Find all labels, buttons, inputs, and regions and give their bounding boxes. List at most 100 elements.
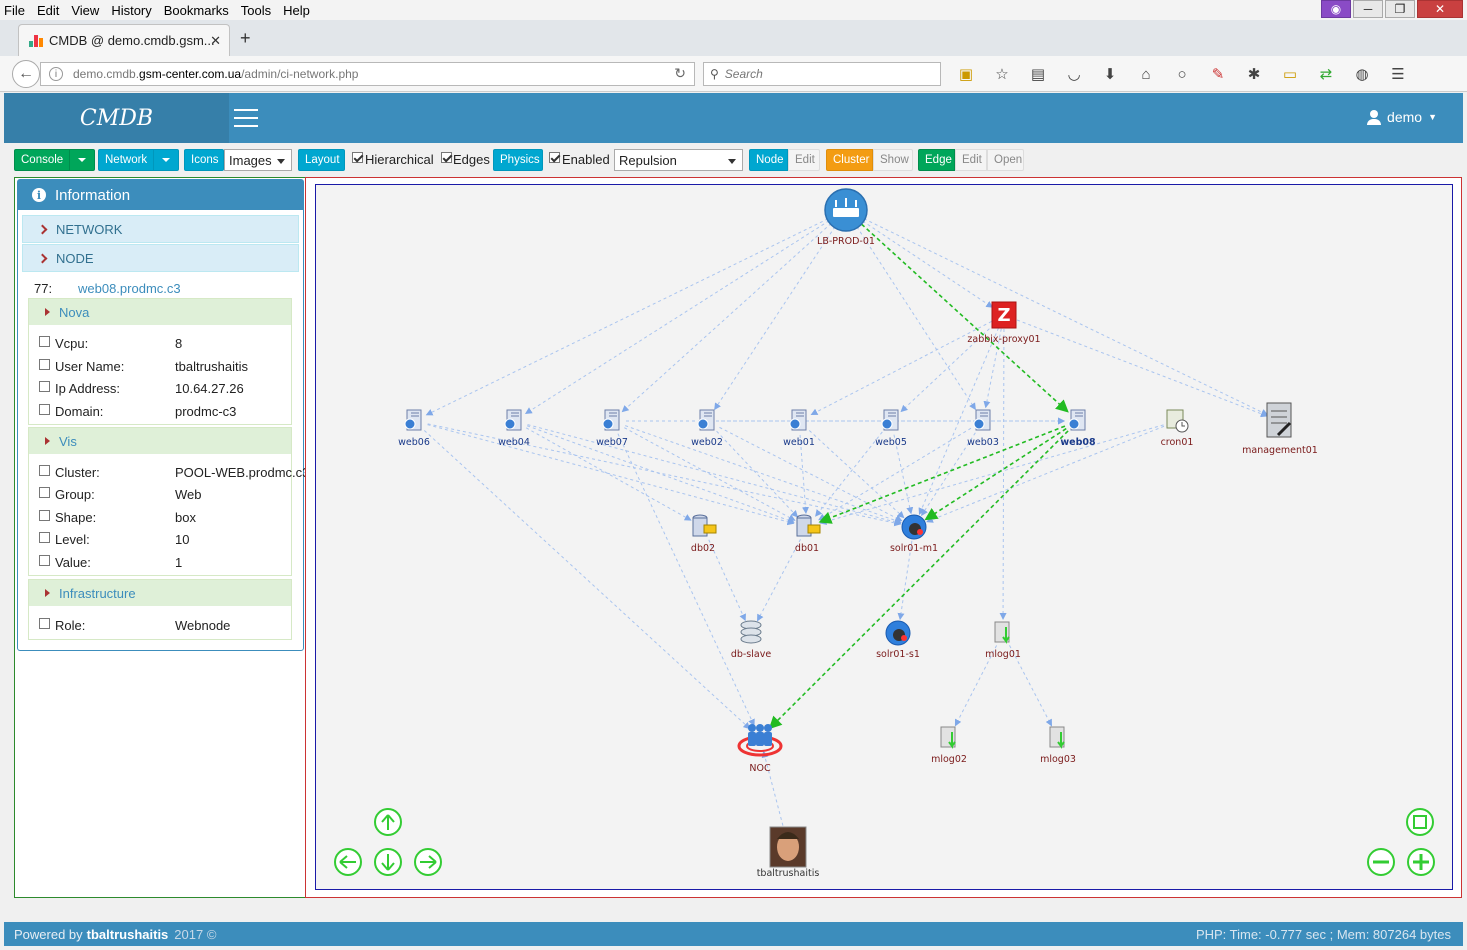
graph-node-web07[interactable]: web07 [596, 409, 628, 448]
menu-history[interactable]: History [111, 3, 151, 18]
hamburger-menu-icon[interactable]: ☰ [1387, 64, 1409, 84]
edge-lb-web03[interactable] [853, 221, 976, 411]
edge-web07-noc[interactable] [617, 433, 755, 727]
hierarchical-checkbox[interactable] [352, 152, 363, 163]
menu-file[interactable]: File [4, 3, 25, 18]
row-checkbox[interactable] [39, 336, 50, 347]
row-checkbox[interactable] [39, 555, 50, 566]
graph-node-solrs[interactable]: solr01-s1 [876, 620, 920, 660]
graph-node-cron01[interactable]: cron01 [1161, 409, 1194, 448]
globe-icon[interactable]: ◍ [1351, 64, 1373, 84]
menu-view[interactable]: View [71, 3, 99, 18]
graph-node-web04[interactable]: web04 [498, 409, 530, 448]
edges-checkbox[interactable] [441, 152, 452, 163]
new-tab-button[interactable]: + [240, 28, 251, 49]
sync-arrows-icon[interactable]: ⇄ [1315, 64, 1337, 84]
physics-solver-select[interactable]: Repulsion [614, 149, 743, 171]
search-input[interactable]: ⚲ Search [703, 62, 941, 86]
tab-cmdb[interactable]: CMDB @ demo.cmdb.gsm... ✕ [18, 24, 230, 56]
node-name-link[interactable]: web08.prodmc.c3 [78, 281, 181, 296]
edge-web07-solrm[interactable] [625, 425, 902, 524]
bookmark-star-icon[interactable]: ☆ [991, 64, 1013, 84]
row-checkbox[interactable] [39, 510, 50, 521]
layout-button[interactable]: Layout [298, 149, 345, 171]
extension-icon[interactable]: ▣ [955, 64, 977, 84]
zoom-fit-button[interactable] [1406, 808, 1434, 836]
zoom-in-button[interactable] [1407, 848, 1435, 876]
app-logo[interactable]: CMDB [4, 93, 229, 143]
graph-node-db02[interactable]: db02 [691, 514, 717, 554]
console-button[interactable]: Console [14, 149, 70, 171]
edge-edit-button[interactable]: Edit [955, 149, 987, 171]
icons-select[interactable]: Images [224, 149, 292, 171]
graph-node-mlog02[interactable]: mlog02 [931, 726, 967, 765]
graph-node-user[interactable]: tbaltrushaitis [757, 826, 820, 879]
menu-bookmarks[interactable]: Bookmarks [164, 3, 229, 18]
minimize-button[interactable]: ─ [1353, 0, 1383, 18]
sidebar-toggle-icon[interactable] [234, 109, 258, 127]
menu-tools[interactable]: Tools [241, 3, 271, 18]
edge-lb-zbx[interactable] [857, 217, 994, 308]
chat-icon[interactable]: ○ [1171, 64, 1193, 84]
network-graph[interactable]: LB-PROD-01 Zzabbix-proxy01 web06 web04 web07… [316, 185, 1453, 890]
close-tab-icon[interactable]: ✕ [210, 33, 221, 49]
edge-web04-db01[interactable] [526, 425, 795, 524]
edge-cron01-solrm[interactable] [926, 425, 1165, 523]
row-checkbox[interactable] [39, 532, 50, 543]
download-icon[interactable]: ⬇ [1099, 64, 1121, 84]
site-info-icon[interactable]: i [49, 67, 63, 81]
graph-node-db01[interactable]: db01 [795, 514, 821, 554]
edge-lb-web08[interactable] [855, 218, 1069, 413]
edge-web08-noc[interactable] [768, 430, 1069, 730]
edge-zbx-mlog01[interactable] [999, 328, 1007, 621]
edge-lb-web06[interactable] [425, 215, 834, 416]
nav-up-button[interactable] [374, 808, 402, 836]
row-checkbox[interactable] [39, 404, 50, 415]
restore-button[interactable]: ❐ [1385, 0, 1415, 18]
edge-open-button[interactable]: Open [987, 149, 1024, 171]
row-checkbox[interactable] [39, 487, 50, 498]
graph-node-web05[interactable]: web05 [875, 409, 907, 448]
physics-button[interactable]: Physics [493, 149, 543, 171]
network-dropdown-icon[interactable] [153, 149, 179, 171]
pocket-icon[interactable]: ◡ [1063, 64, 1085, 84]
edge-web05-db01[interactable] [815, 431, 883, 517]
enabled-checkbox[interactable] [549, 152, 560, 163]
reload-icon[interactable]: ↻ [674, 65, 686, 82]
home-icon[interactable]: ⌂ [1135, 64, 1157, 84]
group-nova-header[interactable]: Nova [29, 299, 291, 325]
edge-zbx-web01[interactable] [810, 320, 992, 416]
graph-node-noc[interactable]: NOC [737, 724, 783, 774]
edge-button[interactable]: Edge [918, 149, 955, 171]
cluster-show-button[interactable]: Show [873, 149, 913, 171]
private-mask-icon[interactable]: ◉ [1321, 0, 1351, 18]
graph-node-lb[interactable]: LB-PROD-01 [817, 188, 875, 247]
nav-down-button[interactable] [374, 848, 402, 876]
zoom-out-button[interactable] [1367, 848, 1395, 876]
graph-node-web02[interactable]: web02 [691, 409, 723, 448]
edge-lb-web04[interactable] [524, 217, 835, 415]
cluster-button[interactable]: Cluster [826, 149, 873, 171]
network-graph-canvas[interactable]: LB-PROD-01 Zzabbix-proxy01 web06 web04 web07… [315, 184, 1453, 890]
row-checkbox[interactable] [39, 359, 50, 370]
edge-web06-noc[interactable] [423, 430, 751, 730]
close-window-button[interactable]: ✕ [1417, 0, 1463, 18]
graph-node-web03[interactable]: web03 [967, 409, 999, 448]
back-button[interactable]: ← [12, 60, 40, 88]
group-vis-header[interactable]: Vis [29, 428, 291, 454]
bug-icon[interactable]: ✱ [1243, 64, 1265, 84]
footer-author-link[interactable]: tbaltrushaitis [87, 927, 169, 942]
graph-node-mlog01[interactable]: mlog01 [985, 621, 1021, 660]
row-checkbox[interactable] [39, 465, 50, 476]
user-menu[interactable]: demo ▼ [1367, 109, 1437, 125]
ruler-icon[interactable]: ▭ [1279, 64, 1301, 84]
edge-web08-db01[interactable] [818, 425, 1066, 524]
url-bar[interactable]: i demo.cmdb. gsm-center.com.ua/admin/ci-n… [40, 62, 695, 86]
graph-node-web01[interactable]: web01 [783, 409, 815, 448]
row-checkbox[interactable] [39, 381, 50, 392]
accordion-network[interactable]: NETWORK [22, 215, 299, 243]
edge-lb-mgmt[interactable] [858, 215, 1269, 416]
edge-lb-web02[interactable] [714, 221, 839, 411]
node-button[interactable]: Node [749, 149, 788, 171]
nav-right-button[interactable] [414, 848, 442, 876]
